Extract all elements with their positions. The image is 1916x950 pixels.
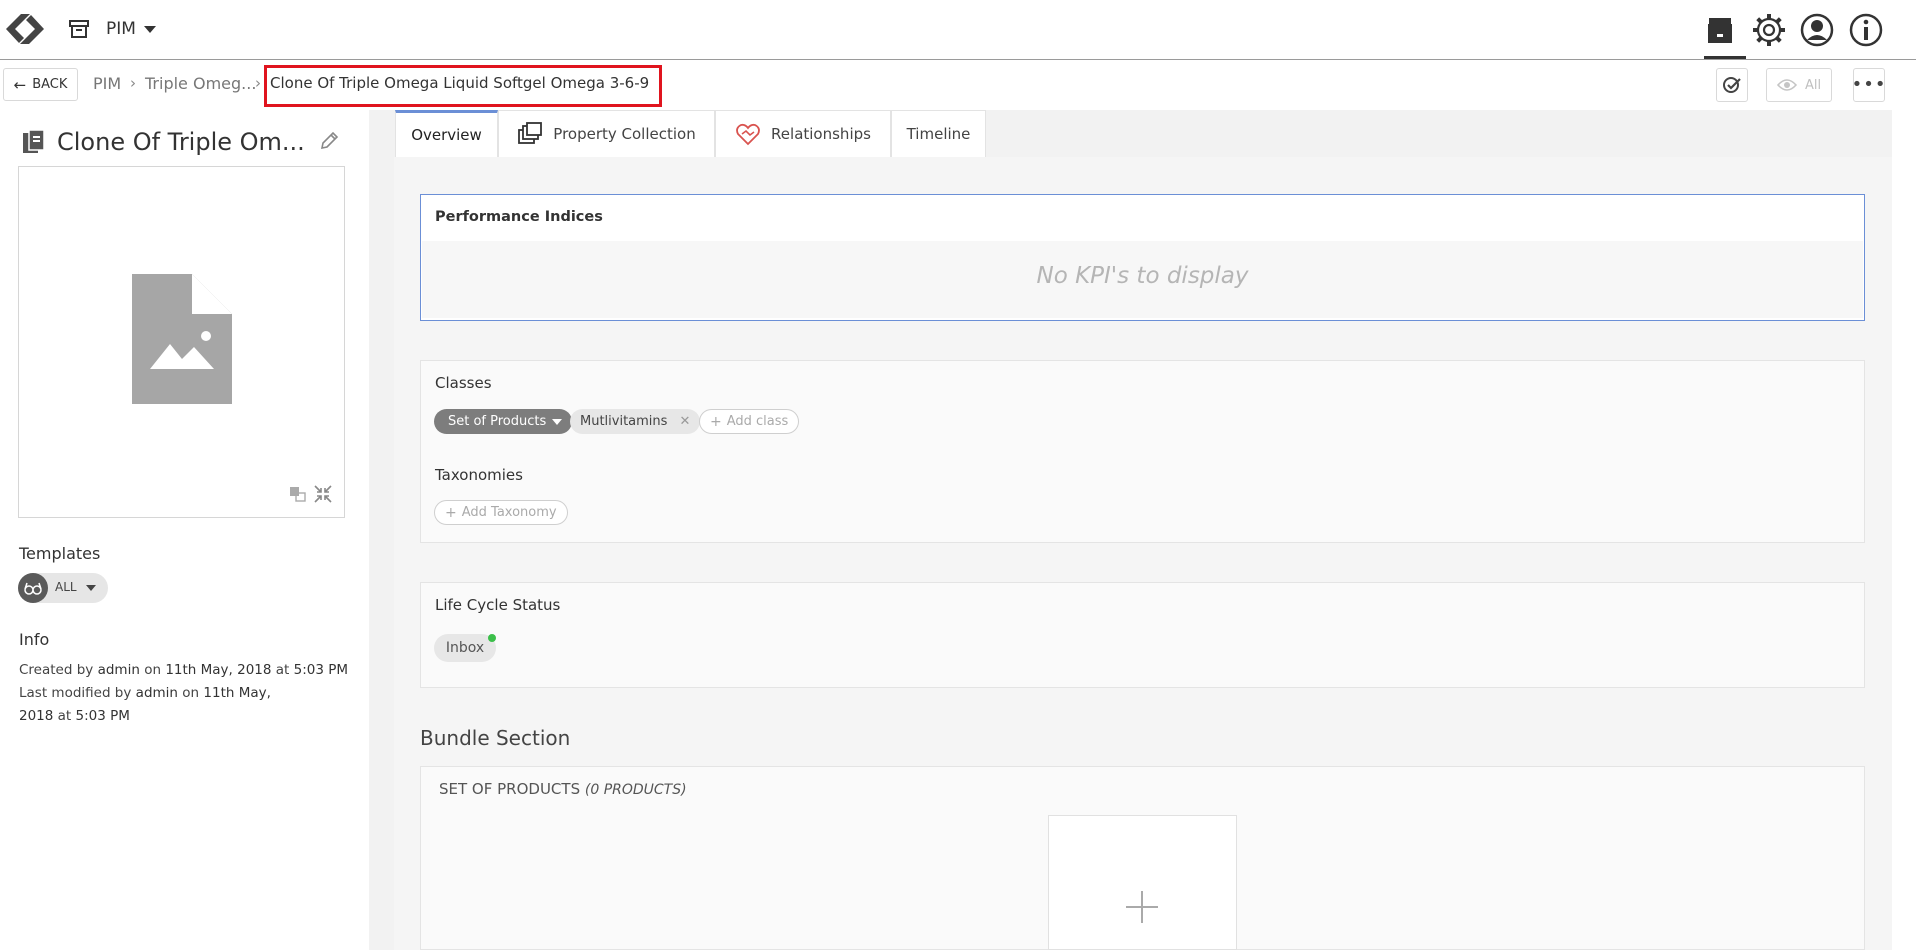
add-product-tile[interactable] — [1048, 815, 1237, 950]
highlight-annotation — [264, 65, 662, 107]
view-all-button[interactable]: All — [1766, 68, 1832, 102]
breadcrumb-item-pim[interactable]: PIM — [93, 74, 121, 93]
templates-label: Templates — [19, 544, 101, 563]
modified-by-user: admin — [135, 685, 178, 701]
created-info: Created by admin on 11th May, 2018 at 5:… — [19, 662, 349, 678]
image-placeholder-icon — [132, 274, 232, 404]
tab-timeline[interactable]: Timeline — [891, 110, 986, 157]
tab-label: Property Collection — [553, 125, 696, 143]
chevron-down-icon — [552, 418, 563, 425]
modified-time: 5:03 PM — [75, 708, 130, 724]
breadcrumb-separator: › — [130, 74, 136, 92]
entity-title: Clone Of Triple Om... — [57, 128, 305, 156]
created-time: 5:03 PM — [293, 662, 349, 678]
tasks-icon[interactable] — [1700, 10, 1740, 50]
bundle-title: SET OF PRODUCTS (0 PRODUCTS) — [439, 780, 687, 798]
validate-button[interactable] — [1716, 68, 1748, 102]
classes-title: Classes — [435, 374, 492, 392]
class-primary-label: Set of Products — [448, 414, 547, 429]
tab-overview[interactable]: Overview — [395, 110, 498, 157]
template-avatar — [18, 573, 48, 603]
view-all-label: All — [1804, 77, 1822, 93]
check-circle-icon — [1723, 77, 1741, 93]
life-cycle-card: Life Cycle Status — [420, 582, 1865, 688]
chevron-down-icon[interactable] — [144, 26, 156, 33]
status-dot — [488, 634, 496, 642]
performance-indices-title: Performance Indices — [435, 209, 603, 225]
scroll-gutter — [1892, 110, 1916, 950]
add-taxonomy-label: Add Taxonomy — [461, 505, 557, 520]
archive-icon[interactable] — [68, 18, 90, 40]
modified-info-continued: 2018 at 5:03 PM — [19, 708, 130, 724]
info-label: Info — [19, 630, 50, 649]
lifecycle-status-label: Inbox — [445, 640, 485, 656]
remove-icon[interactable]: ✕ — [679, 414, 690, 429]
chevron-down-icon — [86, 585, 96, 591]
module-label[interactable]: PIM — [106, 19, 136, 39]
class-secondary-label: Mutlivitamins — [580, 414, 668, 429]
breadcrumb-separator: › — [255, 74, 261, 92]
tab-label: Timeline — [906, 125, 971, 143]
template-value: ALL — [55, 580, 77, 594]
glasses-icon — [24, 582, 42, 595]
eye-icon — [1776, 79, 1797, 91]
add-taxonomy-button[interactable]: + Add Taxonomy — [434, 500, 568, 525]
tab-relationships[interactable]: Relationships — [715, 110, 891, 157]
class-chip-set-of-products[interactable]: Set of Products — [434, 409, 573, 434]
lifecycle-status-chip[interactable]: Inbox — [434, 634, 496, 662]
more-options-button[interactable]: ••• — [1851, 68, 1887, 102]
classes-card: Classes Taxonomies — [420, 360, 1865, 543]
plus-icon: + — [710, 413, 722, 430]
back-button[interactable]: ← BACK — [3, 68, 78, 101]
plus-icon: + — [445, 504, 457, 521]
bundle-section-heading: Bundle Section — [420, 726, 571, 750]
info-icon[interactable] — [1846, 10, 1886, 50]
class-chip-multivitamins[interactable]: Mutlivitamins ✕ — [570, 409, 701, 434]
arrow-left-icon: ← — [13, 75, 27, 94]
image-swap-icon[interactable] — [288, 484, 308, 504]
logo-icon[interactable] — [2, 10, 48, 48]
pencil-icon[interactable] — [318, 130, 340, 152]
life-cycle-title: Life Cycle Status — [435, 596, 561, 614]
modified-date: 11th May, — [203, 685, 271, 701]
add-class-button[interactable]: + Add class — [699, 409, 800, 434]
active-indicator — [1704, 56, 1746, 59]
collapse-icon[interactable] — [313, 484, 333, 504]
relationships-icon — [736, 123, 760, 146]
user-icon[interactable] — [1797, 10, 1837, 50]
gear-icon[interactable] — [1749, 10, 1789, 50]
top-bar — [0, 0, 1916, 60]
tab-label: Overview — [411, 126, 482, 144]
tab-label: Relationships — [771, 125, 871, 143]
modified-info: Last modified by admin on 11th May, — [19, 685, 271, 701]
more-icon: ••• — [1851, 74, 1887, 95]
back-button-label: BACK — [32, 77, 68, 92]
kpi-empty-message: No KPI's to display — [1036, 263, 1249, 289]
taxonomies-title: Taxonomies — [435, 466, 523, 484]
created-date: 11th May, 2018 — [165, 662, 272, 678]
property-collection-icon — [518, 122, 543, 144]
bundle-count: (0 PRODUCTS) — [584, 782, 687, 798]
bundle-title-label: SET OF PRODUCTS — [439, 780, 581, 798]
plus-icon — [1141, 891, 1143, 923]
document-copy-icon — [23, 130, 45, 153]
add-class-label: Add class — [726, 414, 789, 429]
performance-indices-card: Performance Indices No KPI's to display — [420, 194, 1865, 321]
tab-property-collection[interactable]: Property Collection — [498, 110, 715, 157]
breadcrumb-item-parent[interactable]: Triple Omeg... — [145, 74, 256, 93]
created-by-user: admin — [97, 662, 140, 678]
